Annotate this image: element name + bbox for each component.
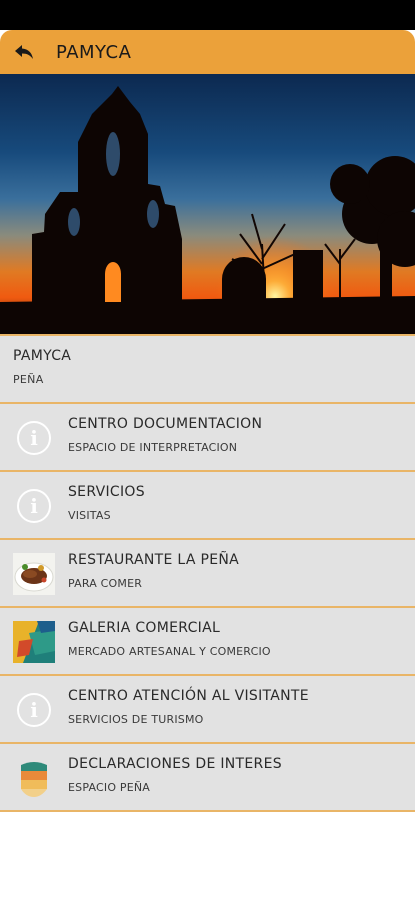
item-title: CENTRO DOCUMENTACION	[68, 416, 263, 432]
menu-list: i CENTRO DOCUMENTACION ESPACIO DE INTERP…	[0, 402, 415, 812]
hero-image	[0, 74, 415, 334]
artisan-market-thumbnail	[13, 621, 55, 663]
item-subtitle: PARA COMER	[68, 577, 143, 590]
food-plate-thumbnail	[13, 553, 55, 595]
list-item-declaraciones[interactable]: DECLARACIONES DE INTERES ESPACIO PEÑA	[0, 742, 415, 812]
list-item-restaurante[interactable]: RESTAURANTE LA PEÑA PARA COMER	[0, 538, 415, 606]
item-title: CENTRO ATENCIÓN AL VISITANTE	[68, 688, 309, 704]
item-title: SERVICIOS	[68, 484, 145, 500]
status-bar	[0, 0, 415, 30]
pena-logo-thumbnail	[13, 757, 55, 799]
app-title: PAMYCA	[56, 41, 132, 63]
item-subtitle: ESPACIO DE INTERPRETACION	[68, 441, 238, 454]
info-icon: i	[13, 485, 55, 527]
item-title: GALERIA COMERCIAL	[68, 620, 221, 636]
place-subtitle: PEÑA	[13, 373, 44, 386]
item-title: RESTAURANTE LA PEÑA	[68, 552, 239, 568]
back-arrow-icon	[15, 45, 33, 59]
item-subtitle: MERCADO ARTESANAL Y COMERCIO	[68, 645, 271, 658]
place-header: PAMYCA PEÑA	[0, 334, 415, 402]
list-item-centro-documentacion[interactable]: i CENTRO DOCUMENTACION ESPACIO DE INTERP…	[0, 402, 415, 470]
item-subtitle: ESPACIO PEÑA	[68, 781, 151, 794]
list-item-servicios[interactable]: i SERVICIOS VISITAS	[0, 470, 415, 538]
back-button[interactable]	[6, 30, 42, 74]
list-item-galeria-comercial[interactable]: GALERIA COMERCIAL MERCADO ARTESANAL Y CO…	[0, 606, 415, 674]
place-title: PAMYCA	[13, 348, 72, 364]
info-icon: i	[13, 417, 55, 459]
list-item-centro-atencion[interactable]: i CENTRO ATENCIÓN AL VISITANTE SERVICIOS…	[0, 674, 415, 742]
item-title: DECLARACIONES DE INTERES	[68, 756, 282, 772]
item-subtitle: VISITAS	[68, 509, 111, 522]
item-subtitle: SERVICIOS DE TURISMO	[68, 713, 204, 726]
app-bar: PAMYCA	[0, 30, 415, 74]
info-icon: i	[13, 689, 55, 731]
